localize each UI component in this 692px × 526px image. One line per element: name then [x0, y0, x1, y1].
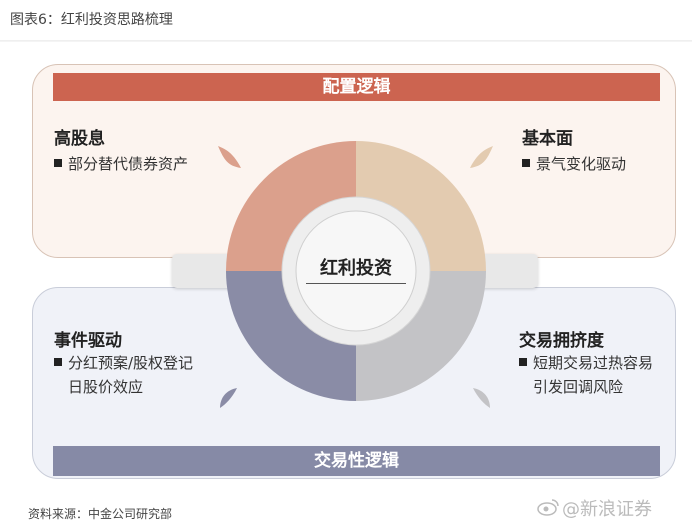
- quadrant-top-left-bullet: 部分替代债券资产: [54, 152, 188, 176]
- quadrant-top-left-title: 高股息: [54, 129, 105, 149]
- bullet-square-icon: [522, 159, 530, 167]
- bullet-square-icon: [54, 159, 62, 167]
- watermark: @新浪证券: [562, 499, 652, 520]
- quadrant-bottom-left-bullet: 分红预案/股权登记 日股价效应: [54, 351, 193, 399]
- leaf-bottom-left-icon: [220, 388, 237, 408]
- quadrant-bottom-left-title: 事件驱动: [54, 331, 122, 351]
- weibo-icon: [537, 499, 559, 516]
- bullet-square-icon: [519, 358, 527, 366]
- quadrant-top-right-title: 基本面: [522, 129, 573, 149]
- source-note: 资料来源：中金公司研究部: [28, 507, 173, 521]
- quadrant-top-right-bullet: 景气变化驱动: [522, 152, 626, 176]
- quadrant-bottom-right-title: 交易拥挤度: [519, 331, 604, 351]
- trading-logic-header: 交易性逻辑: [53, 446, 660, 476]
- quadrant-bottom-right-bullet: 短期交易过热容易 引发回调风险: [519, 351, 653, 399]
- leaf-top-left-icon: [218, 146, 241, 168]
- center-label: 红利投资: [320, 258, 392, 279]
- center-label-rule: [306, 283, 406, 284]
- leaf-bottom-right-icon: [473, 388, 490, 408]
- leaf-top-right-icon: [470, 146, 493, 168]
- bullet-square-icon: [54, 358, 62, 366]
